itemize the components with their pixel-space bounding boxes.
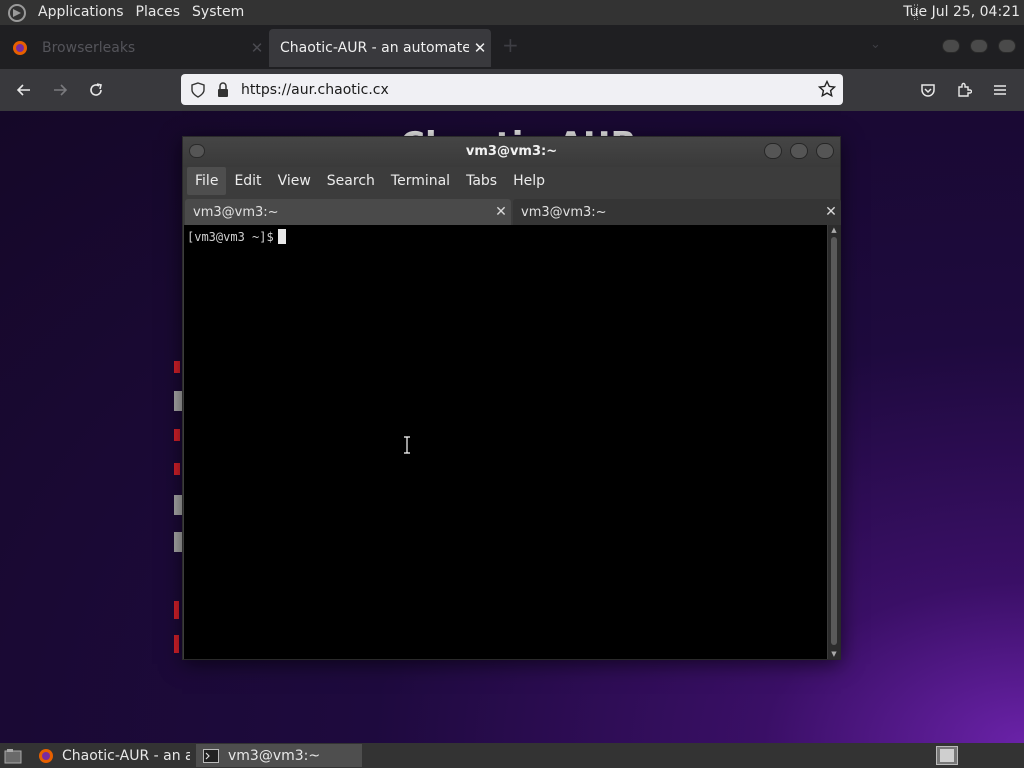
menu-terminal[interactable]: Terminal	[383, 167, 458, 195]
scroll-up-arrow-icon[interactable]: ▲	[830, 226, 838, 234]
reload-icon[interactable]	[84, 78, 108, 102]
top-panel: Applications Places System Tue Jul 25, 0…	[0, 0, 1024, 25]
page-code-fragment	[174, 391, 182, 411]
page-button-fragment	[174, 601, 179, 619]
close-window-button[interactable]	[998, 39, 1016, 53]
show-desktop-icon[interactable]	[2, 746, 24, 766]
close-tab-icon[interactable]: ✕	[246, 39, 268, 57]
minimize-button[interactable]	[764, 143, 782, 159]
distro-logo-icon[interactable]	[6, 2, 28, 24]
text-cursor	[277, 229, 286, 244]
terminal-window-title: vm3@vm3:~	[465, 144, 558, 159]
taskbar-item-terminal[interactable]: vm3@vm3:~	[196, 744, 362, 767]
menu-file[interactable]: File	[187, 167, 227, 195]
scroll-down-arrow-icon[interactable]: ▼	[830, 650, 838, 658]
maximize-button[interactable]	[970, 39, 988, 53]
browser-tab-browserleaks[interactable]: Browserleaks ✕	[0, 29, 268, 67]
firefox-icon	[12, 40, 28, 56]
url-input[interactable]	[241, 81, 801, 98]
mouse-ibeam-cursor-icon	[404, 436, 410, 454]
lock-icon[interactable]	[215, 81, 231, 99]
maximize-button[interactable]	[790, 143, 808, 159]
back-arrow-icon[interactable]	[12, 78, 36, 102]
terminal-tab-label: vm3@vm3:~	[521, 204, 607, 220]
extensions-icon[interactable]	[952, 78, 976, 102]
menu-system[interactable]: System	[186, 0, 250, 25]
tab-title: Chaotic-AUR - an automated bu	[280, 40, 469, 56]
terminal-tab-1[interactable]: vm3@vm3:~ ✕	[185, 199, 511, 225]
browser-tabbar: Browserleaks ✕ Chaotic-AUR - an automate…	[0, 25, 1024, 69]
taskbar-item-browser[interactable]: Chaotic-AUR - an au...	[32, 744, 196, 767]
menu-edit[interactable]: Edit	[226, 167, 269, 195]
menu-view[interactable]: View	[270, 167, 319, 195]
terminal-tabbar: vm3@vm3:~ ✕ vm3@vm3:~ ✕	[183, 197, 841, 225]
forward-arrow-icon[interactable]	[48, 78, 72, 102]
menu-search[interactable]: Search	[319, 167, 383, 195]
menu-help[interactable]: Help	[505, 167, 553, 195]
close-tab-icon[interactable]: ✕	[469, 39, 491, 57]
terminal-window-controls	[764, 143, 834, 159]
shield-icon[interactable]	[189, 81, 207, 99]
terminal-output[interactable]: [vm3@vm3 ~]$	[184, 225, 827, 659]
browser-navbar	[0, 69, 1024, 111]
firefox-icon	[38, 747, 54, 765]
browser-window-controls	[942, 39, 1016, 53]
shell-prompt: [vm3@vm3 ~]$	[187, 230, 274, 244]
terminal-scrollbar[interactable]: ▲ ▼	[828, 225, 840, 659]
close-window-button[interactable]	[816, 143, 834, 159]
scrollbar-thumb[interactable]	[831, 237, 837, 645]
taskbar-item-label: vm3@vm3:~	[228, 747, 321, 764]
menu-tabs[interactable]: Tabs	[458, 167, 505, 195]
panel-menu: Applications Places System	[0, 0, 250, 25]
window-menu-button[interactable]	[189, 144, 205, 158]
minimize-button[interactable]	[942, 39, 960, 53]
tab-title: Browserleaks	[42, 40, 136, 56]
taskbar: Chaotic-AUR - an au... vm3@vm3:~	[0, 743, 1024, 768]
terminal-menubar: File Edit View Search Terminal Tabs Help	[183, 167, 840, 195]
taskbar-item-label: Chaotic-AUR - an au...	[62, 747, 190, 764]
terminal-tab-label: vm3@vm3:~	[193, 204, 279, 220]
terminal-window: vm3@vm3:~ File Edit View Search Terminal…	[182, 136, 841, 660]
page-icon-fragment	[174, 429, 180, 441]
url-bar[interactable]	[181, 74, 843, 105]
menu-places[interactable]: Places	[130, 0, 187, 25]
close-tab-icon[interactable]: ✕	[491, 204, 511, 220]
clock[interactable]: Tue Jul 25, 04:21	[903, 0, 1020, 25]
page-button-fragment	[174, 635, 179, 653]
page-code-fragment	[174, 495, 182, 515]
hamburger-menu-icon[interactable]	[988, 78, 1012, 102]
list-all-tabs-icon[interactable]: ⌄	[870, 37, 881, 52]
browser-tab-chaotic-aur[interactable]: Chaotic-AUR - an automated bu ✕	[269, 29, 491, 67]
menu-applications[interactable]: Applications	[32, 0, 130, 25]
close-tab-icon[interactable]: ✕	[821, 204, 841, 220]
pocket-icon[interactable]	[916, 78, 940, 102]
terminal-titlebar[interactable]: vm3@vm3:~	[183, 137, 840, 167]
bookmark-star-icon[interactable]	[817, 79, 837, 99]
workspace-switcher[interactable]	[936, 746, 958, 765]
page-code-fragment	[174, 532, 182, 552]
terminal-icon	[202, 747, 220, 765]
terminal-tab-2[interactable]: vm3@vm3:~ ✕	[513, 199, 841, 225]
new-tab-icon[interactable]: +	[502, 33, 519, 57]
page-icon-fragment	[174, 361, 180, 373]
page-icon-fragment	[174, 463, 180, 475]
